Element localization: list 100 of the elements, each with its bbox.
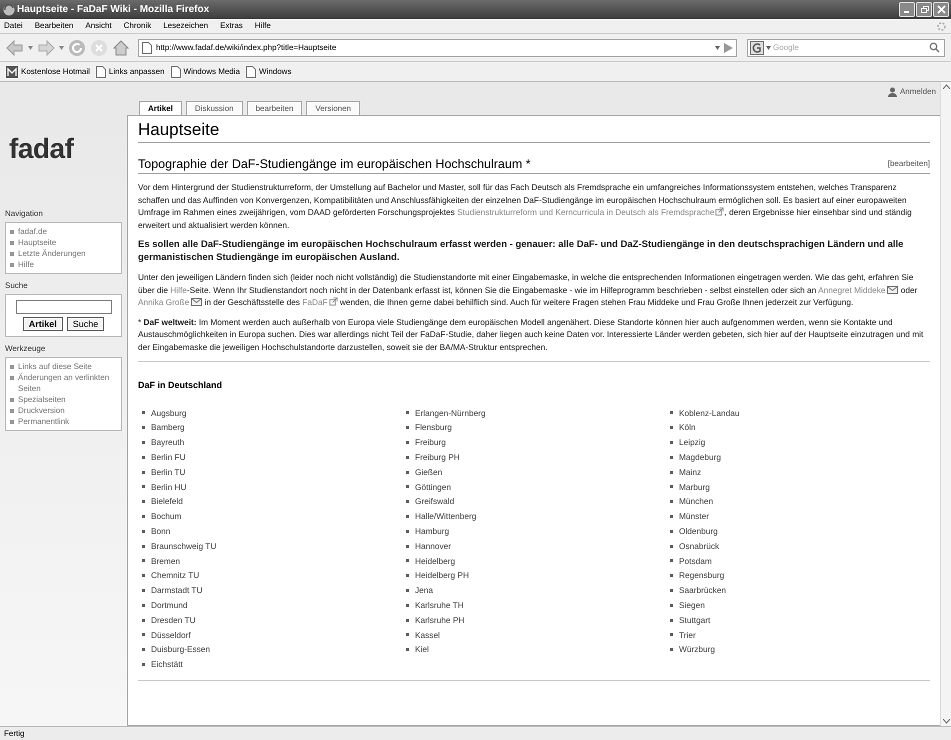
bookmark-item[interactable]: Windows Media [184,66,240,78]
home-icon[interactable] [112,38,130,56]
page-tab[interactable]: Diskussion [186,101,243,115]
city-link[interactable]: Stuttgart [679,614,710,626]
city-link[interactable]: Braunschweig TU [151,540,216,552]
city-link[interactable]: Göttingen [415,480,451,494]
bookmark-item[interactable]: Windows [258,66,292,78]
city-link[interactable]: Freiburg [415,436,446,449]
city-link[interactable]: Düsseldorf [151,628,191,642]
sidebar-link[interactable]: Hauptseite [18,237,56,248]
city-link[interactable]: München [679,495,714,508]
restore-button[interactable] [916,2,932,17]
city-link[interactable]: Karlsruhe PH [415,614,464,626]
city-link[interactable]: Mainz [679,466,702,478]
search-icon[interactable] [929,42,940,53]
menu-item[interactable]: Hilfe [254,20,271,32]
menu-item[interactable]: Chronik [124,20,152,32]
sidebar-link[interactable]: Spezialseiten [18,394,66,405]
scroll-down-icon[interactable] [942,719,950,724]
city-link[interactable]: Kiel [415,643,429,656]
city-link[interactable]: Freiburg PH [415,451,460,464]
city-link[interactable]: Osnabrück [679,540,720,552]
city-link[interactable]: Heidelberg [415,554,456,568]
search-button[interactable]: Suche [66,317,104,331]
city-link[interactable]: Potsdam [679,554,712,568]
scrollbar[interactable] [940,82,951,726]
city-link[interactable]: Würzburg [679,643,715,656]
sidebar-link[interactable]: Letzte Änderungen [18,248,86,259]
city-link[interactable]: Köln [679,421,696,434]
city-link[interactable]: Greifswald [415,495,454,508]
bookmark-item[interactable]: Links anpassen [108,66,165,78]
close-button[interactable] [933,2,949,17]
city-link[interactable]: Flensburg [415,421,452,434]
external-link[interactable]: Studienstrukturreform und Kerncurricula in Deutsch als Fremdsprache [457,207,724,217]
city-link[interactable]: Bremen [151,554,180,568]
city-link[interactable]: Marburg [679,480,710,494]
sidebar-link[interactable]: Links auf diese Seite [18,361,92,372]
page-tab[interactable]: Artikel [139,101,182,115]
city-link[interactable]: Münster [679,510,709,523]
city-link[interactable]: Hamburg [415,525,450,538]
address-bar[interactable]: http://www.fadaf.de/wiki/index.php?title=Hauptseite [138,38,737,56]
city-link[interactable]: Dortmund [151,599,188,612]
city-link[interactable]: Bamberg [151,421,185,434]
city-link[interactable]: Magdeburg [679,451,721,464]
city-link[interactable]: Berlin TU [151,466,186,478]
city-link[interactable]: Halle/Wittenberg [415,510,476,523]
menu-item[interactable]: Extras [220,20,243,32]
city-link[interactable]: Bayreuth [151,436,184,449]
search-bar[interactable]: Google [747,38,945,56]
sidebar-link[interactable]: Permanentlink [18,416,70,427]
menu-item[interactable]: Bearbeiten [34,20,74,32]
city-link[interactable]: Erlangen-Nürnberg [415,406,486,420]
menu-item[interactable]: Ansicht [85,20,112,32]
city-link[interactable]: Leipzig [679,436,706,449]
city-link[interactable]: Bielefeld [151,495,183,508]
minimize-button[interactable] [899,2,915,17]
dropdown-caret-icon[interactable] [715,46,720,50]
city-link[interactable]: Eichstätt [151,658,183,671]
city-link[interactable]: Gießen [415,466,442,478]
sidebar-link[interactable]: Druckversion [18,405,65,416]
sidebar-link[interactable]: Hilfe [18,259,34,270]
dropdown-caret-icon[interactable] [766,46,771,50]
city-link[interactable]: Saarbrücken [679,584,726,597]
search-input[interactable] [16,300,112,314]
city-link[interactable]: Karlsruhe TH [415,599,464,612]
email-link[interactable]: Annika Große [138,297,202,307]
city-link[interactable]: Oldenburg [679,525,718,538]
city-link[interactable]: Duisburg-Essen [151,643,210,656]
city-link[interactable]: Dresden TU [151,614,196,626]
dropdown-caret-icon[interactable] [28,46,33,50]
city-link[interactable]: Chemnitz TU [151,569,200,582]
city-link[interactable]: Siegen [679,599,705,612]
city-link[interactable]: Hannover [415,540,451,552]
scroll-up-icon[interactable] [942,84,950,89]
menu-item[interactable]: Datei [4,20,23,32]
menu-item[interactable]: Lesezeichen [163,20,208,32]
city-link[interactable]: Bonn [151,525,170,538]
back-arrow-icon[interactable] [6,40,24,56]
city-link[interactable]: Kassel [415,628,440,642]
city-link[interactable]: Koblenz-Landau [679,406,740,420]
search-button[interactable]: Artikel [22,317,63,331]
login-link[interactable]: Anmelden [900,86,936,98]
bookmark-item[interactable]: Kostenlose Hotmail [21,66,90,78]
city-link[interactable]: Jena [415,584,433,597]
page-tab[interactable]: Versionen [306,101,360,115]
city-link[interactable]: Trier [679,628,696,642]
city-link[interactable]: Heidelberg PH [415,569,469,582]
email-link[interactable]: Annegret Middeke [818,284,898,294]
city-link[interactable]: Darmstadt TU [151,584,202,597]
external-link[interactable]: FaDaF [302,297,338,307]
page-tab[interactable]: bearbeiten [246,101,302,115]
search-field[interactable]: Google [773,42,929,54]
city-link[interactable]: Bochum [151,510,182,523]
sidebar-link[interactable]: Änderungen an verlinkten Seiten [18,372,117,394]
city-link[interactable]: Berlin FU [151,451,186,464]
sidebar-link[interactable]: fadaf.de [18,226,47,237]
city-link[interactable]: Regensburg [679,569,724,582]
forward-arrow-icon[interactable] [37,40,55,56]
edit-link[interactable]: [bearbeiten] [888,158,930,170]
city-link[interactable]: Berlin HU [151,480,187,494]
